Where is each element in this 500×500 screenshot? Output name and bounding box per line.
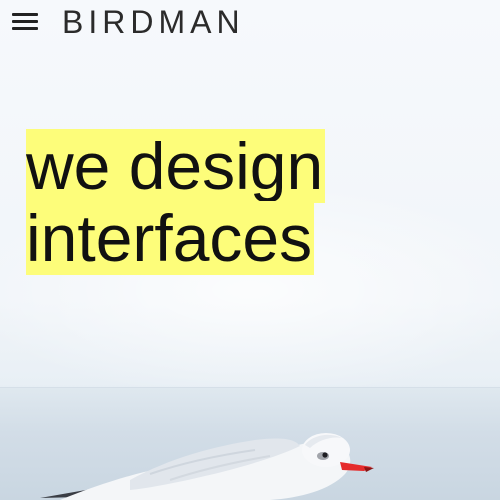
headline-highlight-2: interfaces [26, 201, 315, 275]
menu-bar-top [12, 13, 38, 16]
hero-headline: we design interfaces [26, 129, 326, 275]
headline-line-2: interfaces [26, 201, 325, 275]
top-navigation-bar: BIRDMAN [0, 0, 500, 44]
brand-logo[interactable]: BIRDMAN [62, 3, 245, 41]
menu-bar-middle [12, 20, 38, 23]
menu-bar-bottom [12, 27, 38, 30]
headline-highlight-1: we design [26, 129, 326, 203]
hamburger-menu-icon[interactable] [10, 10, 40, 34]
headline-line-1: we design [26, 129, 326, 203]
